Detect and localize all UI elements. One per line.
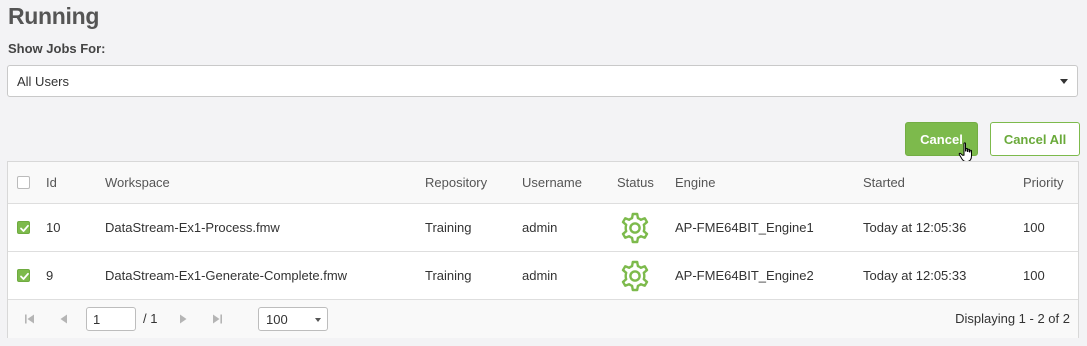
header-repository[interactable]: Repository bbox=[425, 162, 487, 203]
user-filter-select[interactable]: All Users bbox=[7, 65, 1078, 97]
page-size-select[interactable]: 100 bbox=[258, 307, 328, 331]
cancel-all-button[interactable]: Cancel All bbox=[990, 122, 1080, 156]
header-started[interactable]: Started bbox=[863, 162, 905, 203]
job-engine: AP-FME64BIT_Engine1 bbox=[675, 220, 814, 235]
job-id: 10 bbox=[46, 220, 61, 235]
job-id: 9 bbox=[46, 268, 54, 283]
page-number-input[interactable] bbox=[86, 307, 136, 331]
job-priority: 100 bbox=[1023, 268, 1045, 283]
page-title: Running bbox=[8, 3, 100, 29]
first-page-icon[interactable] bbox=[22, 311, 38, 327]
header-priority[interactable]: Priority bbox=[1023, 162, 1063, 203]
job-workspace: DataStream-Ex1-Process.fmw bbox=[105, 220, 280, 235]
job-workspace: DataStream-Ex1-Generate-Complete.fmw bbox=[105, 268, 348, 283]
job-username: admin bbox=[522, 268, 558, 283]
pagination-bar: / 1 100 Displaying 1 - 2 of 2 bbox=[8, 300, 1078, 338]
caret-down-icon bbox=[1060, 79, 1068, 84]
header-username[interactable]: Username bbox=[522, 162, 582, 203]
job-engine: AP-FME64BIT_Engine2 bbox=[675, 268, 814, 283]
displaying-count: Displaying 1 - 2 of 2 bbox=[955, 311, 1070, 326]
gear-icon bbox=[621, 212, 649, 244]
page-total-label: / 1 bbox=[143, 311, 158, 326]
job-priority: 100 bbox=[1023, 220, 1045, 235]
header-id[interactable]: Id bbox=[46, 162, 57, 203]
row-checkbox-checked[interactable] bbox=[17, 221, 30, 234]
header-engine[interactable]: Engine bbox=[675, 162, 715, 203]
show-jobs-label: Show Jobs For: bbox=[8, 41, 106, 56]
caret-down-icon bbox=[315, 318, 321, 322]
last-page-icon[interactable] bbox=[209, 311, 225, 327]
table-row[interactable]: 9 DataStream-Ex1-Generate-Complete.fmw T… bbox=[8, 252, 1078, 300]
user-filter-value: All Users bbox=[17, 74, 70, 89]
header-workspace[interactable]: Workspace bbox=[105, 162, 170, 203]
select-all-checkbox[interactable] bbox=[17, 176, 30, 189]
table-row[interactable]: 10 DataStream-Ex1-Process.fmw Training a… bbox=[8, 204, 1078, 252]
row-checkbox-checked[interactable] bbox=[17, 269, 30, 282]
next-page-icon[interactable] bbox=[175, 311, 191, 327]
job-started: Today at 12:05:33 bbox=[863, 268, 967, 283]
running-jobs-table: Id Workspace Repository Username Status … bbox=[7, 161, 1079, 338]
header-status[interactable]: Status bbox=[617, 162, 654, 203]
job-username: admin bbox=[522, 220, 558, 235]
job-started: Today at 12:05:36 bbox=[863, 220, 967, 235]
table-header-row: Id Workspace Repository Username Status … bbox=[8, 162, 1078, 204]
gear-icon bbox=[621, 260, 649, 292]
previous-page-icon[interactable] bbox=[56, 311, 72, 327]
job-repository: Training bbox=[425, 220, 472, 235]
page-size-value: 100 bbox=[266, 312, 288, 327]
job-repository: Training bbox=[425, 268, 472, 283]
